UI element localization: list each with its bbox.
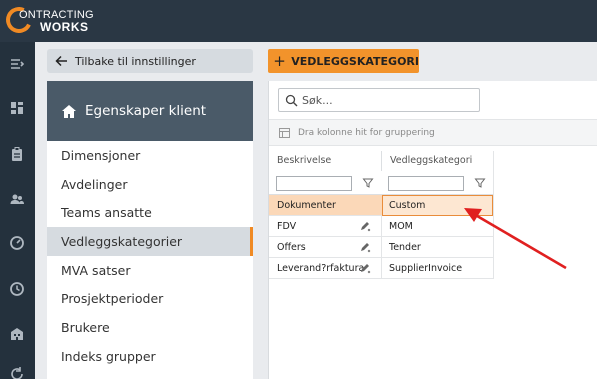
search-input[interactable] <box>302 93 472 107</box>
brand-line2: WORKS <box>40 20 89 34</box>
back-button-label: Tilbake til innstillinger <box>75 54 196 68</box>
cell-beskrivelse: FDV <box>277 221 297 232</box>
table-row[interactable]: FDV MOM <box>269 216 493 237</box>
grid-right-border <box>493 151 494 279</box>
filter-icon[interactable] <box>362 177 374 189</box>
menu-item-label: Dimensjoner <box>61 147 141 163</box>
left-rail <box>0 0 35 379</box>
cell-kategori: Tender <box>389 242 421 253</box>
add-category-button[interactable]: + VEDLEGGSKATEGORI <box>268 49 419 73</box>
table-row[interactable]: Dokumenter Custom <box>269 195 493 216</box>
gauge-icon[interactable] <box>9 235 25 251</box>
menu-collapse-icon[interactable] <box>9 56 25 72</box>
settings-panel: Egenskaper klient Dimensjoner Avdelinger… <box>47 81 253 379</box>
people-icon[interactable] <box>9 191 25 207</box>
menu-item-label: Teams ansatte <box>61 205 152 221</box>
back-to-settings-button[interactable]: Tilbake til innstillinger <box>47 49 253 73</box>
menu-item-label: Vedleggskategorier <box>61 233 183 249</box>
column-header-beskrivelse[interactable]: Beskrivelse <box>269 152 381 169</box>
menu-item-label: Prosjektperioder <box>61 291 164 307</box>
menu-item-brukere[interactable]: Brukere <box>47 313 253 342</box>
add-button-label: VEDLEGGSKATEGORI <box>291 54 419 68</box>
menu-item-teams-ansatte[interactable]: Teams ansatte <box>47 198 253 227</box>
filter-input-beskrivelse[interactable] <box>276 176 352 191</box>
menu-item-label: MVA satser <box>61 262 131 278</box>
clipboard-icon[interactable] <box>9 146 25 162</box>
cell-kategori: MOM <box>389 221 413 232</box>
group-by-bar[interactable]: Dra kolonne hit for gruppering <box>269 119 597 146</box>
table-row[interactable]: Leverand?rfaktura SupplierInvoice <box>269 258 493 279</box>
refresh-icon[interactable] <box>9 366 25 379</box>
edit-icon[interactable] <box>359 220 371 232</box>
edit-icon[interactable] <box>359 262 371 274</box>
table-row[interactable]: Offers Tender <box>269 237 493 258</box>
edit-icon[interactable] <box>359 241 371 253</box>
menu-item-avdelinger[interactable]: Avdelinger <box>47 170 253 199</box>
filter-icon[interactable] <box>474 177 486 189</box>
clock-icon[interactable] <box>9 281 25 297</box>
cell-beskrivelse: Leverand?rfaktura <box>277 263 365 274</box>
filter-row <box>269 171 493 195</box>
panel-header: Egenskaper klient <box>47 81 253 141</box>
category-grid: Dra kolonne hit for gruppering Beskrivel… <box>268 81 597 379</box>
cell-kategori: Custom <box>389 200 426 211</box>
filter-input-vedleggskategori[interactable] <box>388 176 464 191</box>
menu-item-mva-satser[interactable]: MVA satser <box>47 256 253 285</box>
building-icon[interactable] <box>9 326 25 342</box>
column-header-label: Beskrivelse <box>277 155 332 166</box>
column-header-vedleggskategori[interactable]: Vedleggskategori <box>382 152 493 169</box>
plus-icon: + <box>273 52 286 70</box>
cell-separator <box>381 258 382 278</box>
menu-item-label: Brukere <box>61 319 110 335</box>
arrow-left-icon <box>47 55 75 67</box>
cell-separator <box>381 237 382 257</box>
menu-item-indeks-grupper[interactable]: Indeks grupper <box>47 342 253 371</box>
group-icon <box>279 127 290 138</box>
menu-item-label: Indeks grupper <box>61 348 156 364</box>
cell-beskrivelse: Offers <box>277 242 306 253</box>
search-box[interactable] <box>278 88 480 112</box>
brand-logo[interactable]: ONTRACTING WORKS <box>0 0 120 42</box>
search-icon <box>285 94 298 106</box>
cell-separator <box>381 216 382 236</box>
menu-item-label: Avdelinger <box>61 176 128 192</box>
menu-item-prosjektperioder[interactable]: Prosjektperioder <box>47 284 253 313</box>
panel-title: Egenskaper klient <box>85 103 207 119</box>
dashboard-icon[interactable] <box>9 100 25 116</box>
home-icon <box>62 104 76 118</box>
cell-beskrivelse: Dokumenter <box>277 200 336 211</box>
menu-item-vedleggskategorier[interactable]: Vedleggskategorier <box>47 227 253 256</box>
cell-kategori: SupplierInvoice <box>389 263 463 274</box>
group-hint: Dra kolonne hit for gruppering <box>298 127 435 138</box>
menu-item-dimensjoner[interactable]: Dimensjoner <box>47 141 253 170</box>
column-header-label: Vedleggskategori <box>390 155 473 166</box>
